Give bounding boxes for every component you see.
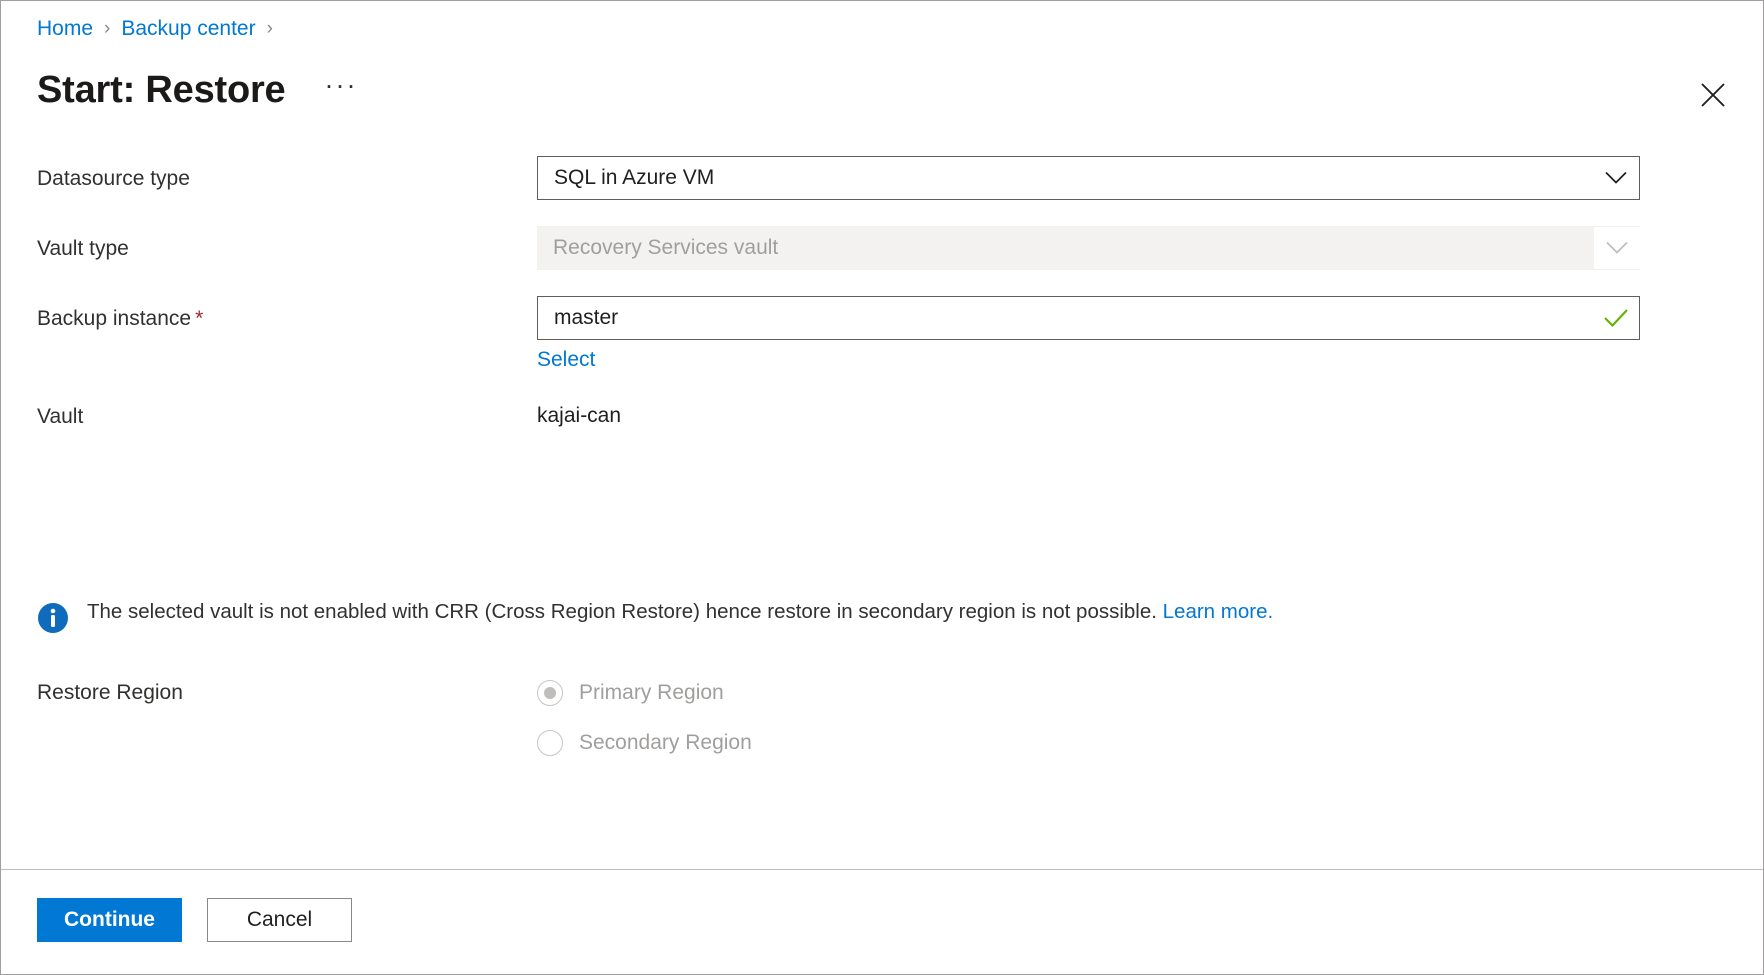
info-glyph [37, 602, 69, 634]
validation-check-icon [1593, 308, 1639, 328]
label-backup-instance: Backup instance* [37, 296, 537, 331]
label-backup-instance-text: Backup instance [37, 307, 191, 330]
field-datasource-type: SQL in Azure VM [537, 156, 1640, 200]
cancel-button[interactable]: Cancel [207, 898, 352, 942]
page-title: Start: Restore [37, 69, 286, 112]
label-restore-region: Restore Region [37, 673, 537, 763]
radio-label-secondary-region: Secondary Region [579, 731, 752, 755]
select-backup-instance-link[interactable]: Select [537, 348, 595, 372]
close-icon [1700, 82, 1726, 108]
vault-value: kajai-can [537, 394, 1640, 428]
radio-secondary-region[interactable]: Secondary Region [537, 723, 1640, 763]
more-options-icon[interactable]: ··· [319, 74, 364, 106]
restore-blade: Home › Backup center › Start: Restore ··… [0, 0, 1764, 975]
required-marker: * [195, 307, 203, 330]
label-datasource-type: Datasource type [37, 156, 537, 191]
vault-type-dropdown: Recovery Services vault [537, 226, 1640, 270]
chevron-down-glyph [1606, 241, 1628, 255]
datasource-type-dropdown[interactable]: SQL in Azure VM [537, 156, 1640, 200]
field-backup-instance: master Select [537, 296, 1640, 372]
chevron-down-icon [1594, 227, 1640, 269]
restore-form: Datasource type SQL in Azure VM Vault ty… [1, 156, 1763, 429]
footer-actions: Continue Cancel [37, 898, 352, 942]
chevron-down-glyph [1605, 171, 1627, 185]
continue-button[interactable]: Continue [37, 898, 182, 942]
learn-more-link[interactable]: Learn more. [1163, 600, 1274, 623]
radio-dot-icon [544, 687, 556, 699]
form-row-vault-type: Vault type Recovery Services vault [1, 226, 1763, 270]
info-icon [37, 602, 69, 639]
close-button[interactable] [1691, 73, 1735, 117]
form-row-vault: Vault kajai-can [1, 394, 1763, 429]
form-row-datasource-type: Datasource type SQL in Azure VM [1, 156, 1763, 200]
info-banner-text: The selected vault is not enabled with C… [87, 598, 1273, 626]
breadcrumb: Home › Backup center › [37, 13, 284, 45]
check-glyph [1603, 308, 1629, 328]
breadcrumb-separator-icon: › [104, 18, 110, 40]
label-vault: Vault [37, 394, 537, 429]
info-banner-message: The selected vault is not enabled with C… [87, 600, 1163, 623]
footer-divider [1, 869, 1763, 870]
chevron-down-icon[interactable] [1593, 157, 1639, 199]
radio-label-primary-region: Primary Region [579, 681, 724, 705]
backup-instance-value: master [538, 306, 1593, 330]
field-vault: kajai-can [537, 394, 1640, 428]
breadcrumb-separator-icon: › [267, 18, 273, 40]
label-vault-type: Vault type [37, 226, 537, 261]
form-row-restore-region: Restore Region Primary Region Secondary … [1, 673, 1763, 763]
breadcrumb-item-home[interactable]: Home [37, 17, 93, 41]
field-vault-type: Recovery Services vault [537, 226, 1640, 270]
radio-circle-icon [537, 680, 563, 706]
radio-circle-icon [537, 730, 563, 756]
backup-instance-input[interactable]: master [537, 296, 1640, 340]
title-row: Start: Restore ··· [37, 63, 363, 117]
field-restore-region: Primary Region Secondary Region [537, 673, 1640, 763]
datasource-type-value: SQL in Azure VM [538, 166, 1593, 190]
vault-type-value: Recovery Services vault [537, 236, 1594, 260]
info-banner: The selected vault is not enabled with C… [37, 598, 1273, 639]
form-row-backup-instance: Backup instance* master Select [1, 296, 1763, 372]
breadcrumb-item-backup-center[interactable]: Backup center [121, 17, 255, 41]
radio-primary-region[interactable]: Primary Region [537, 673, 1640, 713]
